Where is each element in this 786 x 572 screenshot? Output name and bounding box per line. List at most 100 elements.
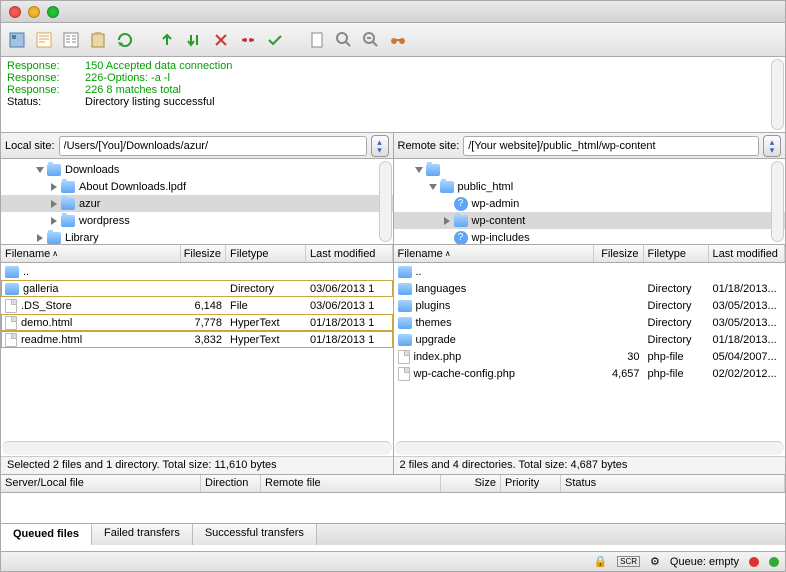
tree-row[interactable]: wp-content xyxy=(394,212,786,229)
col-filename[interactable]: Filename∧ xyxy=(1,245,181,262)
col-status[interactable]: Status xyxy=(561,475,785,492)
local-tree[interactable]: DownloadsAbout Downloads.lpdfazur wordpre… xyxy=(1,159,393,245)
document-icon[interactable] xyxy=(307,30,327,50)
download-icon[interactable] xyxy=(184,30,204,50)
file-type: php-file xyxy=(644,351,709,363)
close-window-button[interactable] xyxy=(9,6,21,18)
upload-icon[interactable] xyxy=(157,30,177,50)
col-remote-file[interactable]: Remote file xyxy=(261,475,441,492)
main-area: Local site: DownloadsAbout Downloads.lpd… xyxy=(1,133,785,475)
scrollbar-horizontal[interactable] xyxy=(395,441,785,455)
folder-icon xyxy=(426,164,440,176)
list-item[interactable]: pluginsDirectory03/05/2013... xyxy=(394,297,786,314)
disclosure-triangle-icon[interactable] xyxy=(51,200,57,208)
scrollbar-vertical[interactable] xyxy=(379,161,392,242)
col-filename[interactable]: Filename∧ xyxy=(394,245,594,262)
list-item[interactable]: galleriaDirectory03/06/2013 1 xyxy=(1,280,393,297)
clipboard-icon[interactable] xyxy=(88,30,108,50)
queue-indicator-icon: ⚙ xyxy=(650,555,660,568)
col-direction[interactable]: Direction xyxy=(201,475,261,492)
file-modified: 01/18/2013 1 xyxy=(306,317,393,329)
local-path-bar: Local site: xyxy=(1,133,393,159)
file-type: HyperText xyxy=(226,317,306,329)
remote-path-input[interactable] xyxy=(463,136,759,156)
minimize-window-button[interactable] xyxy=(28,6,40,18)
local-file-list[interactable]: Filename∧FilesizeFiletypeLast modified .… xyxy=(1,245,393,474)
file-name: upgrade xyxy=(416,334,456,346)
check-icon[interactable] xyxy=(265,30,285,50)
remote-path-stepper[interactable] xyxy=(763,135,781,157)
tab-successful-transfers[interactable]: Successful transfers xyxy=(193,524,317,545)
tree-row[interactable] xyxy=(394,161,786,178)
tree-row[interactable]: Library xyxy=(1,229,393,245)
list-item[interactable]: index.php30php-file05/04/2007... xyxy=(394,348,786,365)
folder-icon xyxy=(454,215,468,227)
col-filetype[interactable]: Filetype xyxy=(644,245,709,262)
file-type: php-file xyxy=(644,368,709,380)
tree-row[interactable]: azur xyxy=(1,195,393,212)
refresh-icon[interactable] xyxy=(115,30,135,50)
tree-row[interactable]: wordpress xyxy=(1,212,393,229)
maximize-window-button[interactable] xyxy=(47,6,59,18)
binoculars-icon[interactable] xyxy=(388,30,408,50)
list-item[interactable]: upgradeDirectory01/18/2013... xyxy=(394,331,786,348)
zoom-out-icon[interactable] xyxy=(361,30,381,50)
file-name: demo.html xyxy=(21,317,72,329)
file-icon xyxy=(398,367,410,381)
col-filesize[interactable]: Filesize xyxy=(181,245,226,262)
list-item[interactable]: .DS_Store6,148File03/06/2013 1 xyxy=(1,297,393,314)
edit-icon[interactable] xyxy=(34,30,54,50)
list-item[interactable]: languagesDirectory01/18/2013... xyxy=(394,280,786,297)
local-path-input[interactable] xyxy=(59,136,367,156)
disclosure-triangle-icon[interactable] xyxy=(429,184,437,190)
list-icon[interactable] xyxy=(61,30,81,50)
list-item[interactable]: wp-cache-config.php4,657php-file02/02/20… xyxy=(394,365,786,382)
col-local-file[interactable]: Server/Local file xyxy=(1,475,201,492)
zoom-in-icon[interactable] xyxy=(334,30,354,50)
file-name: readme.html xyxy=(21,334,82,346)
disclosure-triangle-icon[interactable] xyxy=(415,167,423,173)
tree-row[interactable]: public_html xyxy=(394,178,786,195)
disclosure-triangle-icon[interactable] xyxy=(51,183,57,191)
col-modified[interactable]: Last modified xyxy=(306,245,393,262)
queue-column-header[interactable]: Server/Local file Direction Remote file … xyxy=(1,475,785,493)
disclosure-triangle-icon[interactable] xyxy=(51,217,57,225)
queue-body[interactable] xyxy=(1,493,785,523)
list-item[interactable]: .. xyxy=(394,263,786,280)
tree-row[interactable]: ?wp-includes xyxy=(394,229,786,245)
file-icon xyxy=(398,350,410,364)
scrollbar-vertical[interactable] xyxy=(771,161,784,242)
tree-row[interactable]: About Downloads.lpdf xyxy=(1,178,393,195)
list-item[interactable]: readme.html3,832HyperText01/18/2013 1 xyxy=(1,331,393,348)
message-log[interactable]: Response:150 Accepted data connectionRes… xyxy=(1,57,785,133)
tab-queued-files[interactable]: Queued files xyxy=(1,524,92,545)
tree-row[interactable]: ?wp-admin xyxy=(394,195,786,212)
remote-tree[interactable]: public_html?wp-admin wp-content ?wp-includ… xyxy=(394,159,786,245)
disclosure-triangle-icon[interactable] xyxy=(37,234,43,242)
col-modified[interactable]: Last modified xyxy=(709,245,786,262)
file-icon xyxy=(5,333,17,347)
tree-row[interactable]: Downloads xyxy=(1,161,393,178)
scrollbar-vertical[interactable] xyxy=(771,59,784,130)
tree-item-label: wp-content xyxy=(472,215,526,227)
remote-column-header[interactable]: Filename∧FilesizeFiletypeLast modified xyxy=(394,245,786,263)
scrollbar-horizontal[interactable] xyxy=(2,441,392,455)
disclosure-triangle-icon[interactable] xyxy=(444,217,450,225)
disclosure-triangle-icon[interactable] xyxy=(36,167,44,173)
tab-failed-transfers[interactable]: Failed transfers xyxy=(92,524,193,545)
site-manager-icon[interactable] xyxy=(7,30,27,50)
tree-item-label: wordpress xyxy=(79,215,130,227)
list-item[interactable]: demo.html7,778HyperText01/18/2013 1 xyxy=(1,314,393,331)
local-column-header[interactable]: Filename∧FilesizeFiletypeLast modified xyxy=(1,245,393,263)
local-path-stepper[interactable] xyxy=(371,135,389,157)
list-item[interactable]: themesDirectory03/05/2013... xyxy=(394,314,786,331)
disconnect-icon[interactable] xyxy=(238,30,258,50)
col-filetype[interactable]: Filetype xyxy=(226,245,306,262)
col-size[interactable]: Size xyxy=(441,475,501,492)
col-filesize[interactable]: Filesize xyxy=(594,245,644,262)
file-type: HyperText xyxy=(226,334,306,346)
remote-file-list[interactable]: Filename∧FilesizeFiletypeLast modified .… xyxy=(394,245,786,474)
list-item[interactable]: .. xyxy=(1,263,393,280)
cancel-icon[interactable] xyxy=(211,30,231,50)
col-priority[interactable]: Priority xyxy=(501,475,561,492)
